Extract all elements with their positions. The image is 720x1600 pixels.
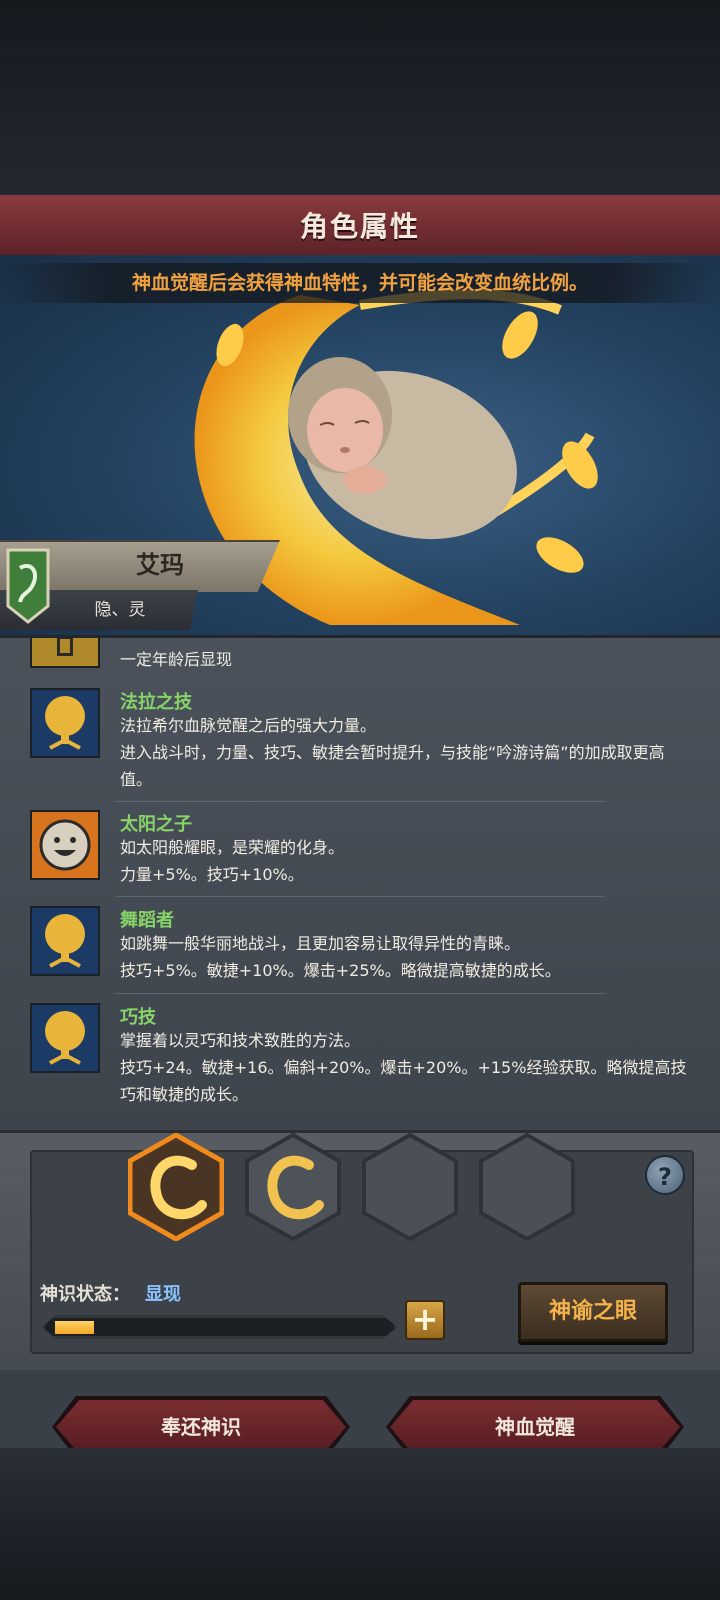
page-title: 角色属性: [299, 210, 420, 243]
divine-progress-fill: [55, 1321, 94, 1334]
divine-slot-3-empty[interactable]: [362, 1133, 458, 1241]
trait-row: 太阳之子 如太阳般耀眼，是荣耀的化身。 力量+5%。技巧+10%。: [0, 810, 720, 894]
trait-name: 法拉之技: [120, 692, 192, 713]
character-traits: 隐、灵: [94, 600, 146, 620]
trait-row: 巧技 掌握着以灵巧和技术致胜的方法。 技巧+24。敏捷+16。偏斜+20%。爆击…: [0, 1003, 720, 1123]
oracle-eye-button[interactable]: 神谕之眼: [518, 1282, 668, 1342]
return-divine-sense-button[interactable]: 奉还神识: [56, 1400, 346, 1454]
divine-blood-awaken-button[interactable]: 神血觉醒: [390, 1400, 680, 1454]
trait-name: 巧技: [120, 1007, 156, 1028]
trait-row: 舞蹈者 如跳舞一般华丽地战斗，且更加容易让取得异性的青睐。 技巧+5%。敏捷+1…: [0, 906, 720, 990]
divider: [115, 896, 605, 897]
divine-slot-2[interactable]: [245, 1133, 341, 1241]
trait-description: 如跳舞一般华丽地战斗，且更加容易让取得异性的青睐。 技巧+5%。敏捷+10%。爆…: [120, 934, 561, 980]
divine-slot-1-selected[interactable]: [128, 1133, 224, 1241]
add-progress-button[interactable]: +: [405, 1300, 445, 1340]
trait-row: 法拉之技 法拉希尔血脉觉醒之后的强大力量。 进入战斗时，力量、技巧、敏捷会暂时提…: [0, 688, 720, 798]
locked-trait-icon: [30, 638, 100, 668]
trait-name: 舞蹈者: [120, 910, 174, 931]
trait-name: 太阳之子: [120, 814, 192, 835]
title-bar: 角色属性: [0, 195, 720, 257]
trait-list: 一定年龄后显现 法拉之技 法拉希尔血脉觉醒之后的强大力量。 进入战斗时，力量、技…: [0, 635, 720, 1133]
divine-status-value: 显现: [145, 1284, 181, 1305]
trait-description: 掌握着以灵巧和技术致胜的方法。 技巧+24。敏捷+16。偏斜+20%。爆击+20…: [120, 1031, 687, 1104]
trait-description: 一定年龄后显现: [120, 650, 233, 669]
trait-description: 法拉希尔血脉觉醒之后的强大力量。 进入战斗时，力量、技巧、敏捷会暂时提升，与技能…: [120, 716, 665, 789]
divider: [115, 801, 605, 802]
divider: [115, 993, 605, 994]
divine-slot-4-empty[interactable]: [479, 1133, 575, 1241]
golden-tree-icon: [30, 688, 100, 758]
bottom-background: [0, 1448, 720, 1600]
class-emblem-icon: [6, 548, 50, 624]
divine-progress-bar: [42, 1315, 397, 1339]
golden-tree-icon: [30, 906, 100, 976]
trait-description: 如太阳般耀眼，是荣耀的化身。 力量+5%。技巧+10%。: [120, 838, 345, 884]
help-icon[interactable]: ?: [645, 1155, 685, 1195]
divine-status-label: 神识状态：: [40, 1284, 130, 1305]
awakening-hint: 神血觉醒后会获得神血特性，并可能会改变血统比例。: [0, 263, 720, 303]
trait-row: 一定年龄后显现: [0, 638, 720, 678]
golden-tree-icon: [30, 1003, 100, 1073]
top-background: [0, 0, 720, 195]
character-name: 艾玛: [136, 551, 184, 579]
smiling-sun-icon: [30, 810, 100, 880]
